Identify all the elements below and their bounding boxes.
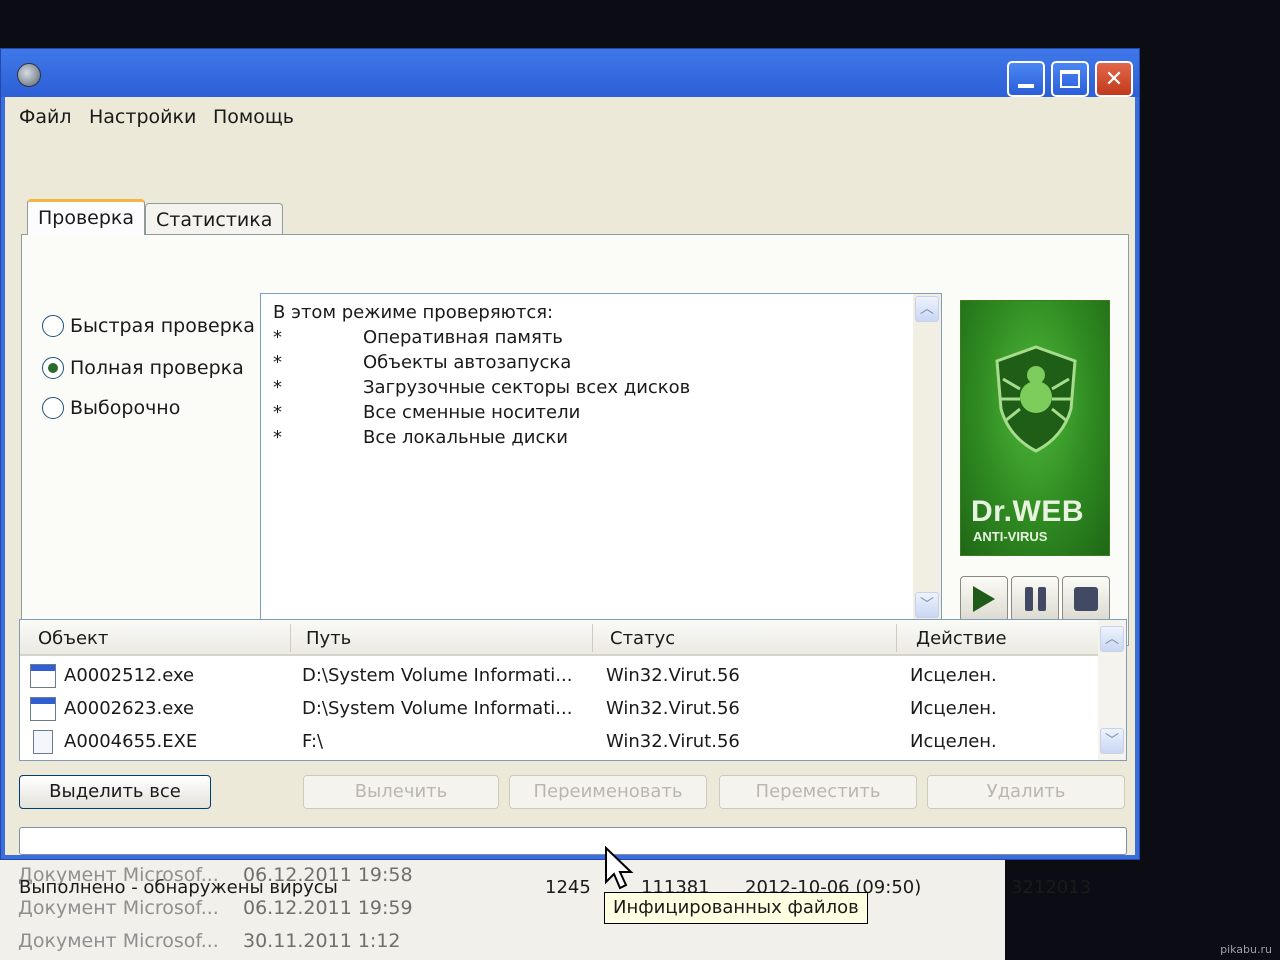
play-icon <box>973 586 995 612</box>
minimize-button[interactable] <box>1007 61 1045 97</box>
maximize-button[interactable] <box>1051 61 1089 97</box>
radio-button[interactable] <box>42 315 64 337</box>
close-icon: ✕ <box>1104 66 1124 92</box>
chevron-down-icon: ﹀ <box>920 597 934 613</box>
status-text: Выполнено - обнаружены вирусы <box>19 877 338 898</box>
results-scrollbar[interactable]: ︿ ﹀ <box>1098 620 1126 760</box>
cure-button[interactable]: Вылечить <box>303 775 499 809</box>
drweb-logo: Dr.WEB ANTI-VIRUS <box>960 300 1110 556</box>
infected-files-count[interactable]: 1245 <box>545 877 591 898</box>
cell-object: A0004655.EXE <box>64 731 198 752</box>
cell-status: Win32.Virut.56 <box>606 665 740 686</box>
cell-object: A0002512.exe <box>64 665 195 686</box>
radio-quick-scan[interactable]: Быстрая проверка <box>42 315 255 337</box>
tab-statistics[interactable]: Статистика <box>145 203 284 237</box>
logo-brand-text: Dr.WEB <box>971 495 1085 528</box>
select-all-button[interactable]: Выделить все <box>19 775 211 809</box>
delete-button[interactable]: Удалить <box>927 775 1125 809</box>
minimize-icon <box>1018 84 1034 88</box>
column-header-object[interactable]: Объект <box>38 628 108 649</box>
scroll-down-button[interactable]: ﹀ <box>1100 728 1124 754</box>
tab-scan[interactable]: Проверка <box>27 199 146 235</box>
watermark: pikabu.ru <box>1220 943 1272 956</box>
cell-path: D:\System Volume Informati... <box>302 665 573 686</box>
stop-scan-button[interactable] <box>1062 576 1110 622</box>
menu-file[interactable]: Файл <box>19 106 72 128</box>
pause-scan-button[interactable] <box>1011 576 1059 622</box>
column-header-path[interactable]: Путь <box>306 628 351 649</box>
cell-path: D:\System Volume Informati... <box>302 698 573 719</box>
exe-file-icon <box>30 697 56 721</box>
description-item: * Все локальные диски <box>273 427 568 448</box>
cell-action: Исцелен. <box>910 731 997 752</box>
status-code: 3212013 <box>1011 877 1092 898</box>
description-item: * Все сменные носители <box>273 402 581 423</box>
column-header-action[interactable]: Действие <box>916 628 1007 649</box>
close-button[interactable]: ✕ <box>1095 61 1133 97</box>
maximize-icon <box>1060 70 1080 88</box>
rename-button[interactable]: Переименовать <box>509 775 707 809</box>
cell-action: Исцелен. <box>910 698 997 719</box>
stop-icon <box>1074 587 1098 611</box>
cell-status: Win32.Virut.56 <box>606 731 740 752</box>
column-divider[interactable] <box>896 624 897 652</box>
app-icon[interactable] <box>17 63 41 87</box>
background-list-item[interactable]: Документ Microsof... 30.11.2011 1:12 <box>18 930 401 960</box>
cell-status: Win32.Virut.56 <box>606 698 740 719</box>
pause-icon <box>1024 587 1046 611</box>
tooltip: Инфицированных файлов <box>604 892 868 924</box>
description-item: * Загрузочные секторы всех дисков <box>273 377 691 398</box>
scan-description-box[interactable]: В этом режиме проверяются: * Оперативная … <box>260 293 942 621</box>
table-header: Объект Путь Статус Действие <box>20 620 1098 656</box>
cell-path: F:\ <box>302 731 324 752</box>
scan-tab-panel: Быстрая проверка Полная проверка Выбороч… <box>21 234 1129 646</box>
radio-label: Быстрая проверка <box>70 315 255 337</box>
menu-settings[interactable]: Настройки <box>89 106 196 128</box>
scanner-window: ✕ Файл Настройки Помощь Проверка Статист… <box>0 48 1140 898</box>
scan-results-table[interactable]: Объект Путь Статус Действие A0002512.exe… <box>19 619 1127 761</box>
drweb-spider-shield-icon <box>995 345 1077 453</box>
scroll-up-button[interactable]: ︿ <box>915 296 939 322</box>
radio-full-scan[interactable]: Полная проверка <box>42 357 244 379</box>
scan-progress-bar <box>19 827 1127 855</box>
scroll-up-button[interactable]: ︿ <box>1100 626 1124 652</box>
description-item: * Объекты автозапуска <box>273 352 572 373</box>
column-divider[interactable] <box>290 624 291 652</box>
menu-help[interactable]: Помощь <box>213 106 294 128</box>
table-row[interactable]: A0002512.exe D:\System Volume Informati.… <box>20 660 1098 692</box>
radio-custom-scan[interactable]: Выборочно <box>42 397 180 419</box>
chevron-up-icon: ︿ <box>1105 631 1119 647</box>
table-row[interactable]: A0004655.EXE F:\ Win32.Virut.56 Исцелен. <box>20 726 1098 758</box>
description-item: * Оперативная память <box>273 327 563 348</box>
radio-label: Выборочно <box>70 397 181 419</box>
move-button[interactable]: Переместить <box>719 775 917 809</box>
window-client-area: Файл Настройки Помощь Проверка Статистик… <box>5 97 1135 898</box>
radio-selected-dot <box>48 363 58 373</box>
radio-button[interactable] <box>42 397 64 419</box>
mouse-cursor-icon <box>605 846 634 890</box>
table-row[interactable]: A0002623.exe D:\System Volume Informati.… <box>20 693 1098 725</box>
menu-bar: Файл Настройки Помощь <box>5 97 1135 137</box>
start-scan-button[interactable] <box>960 576 1008 622</box>
exe-file-icon <box>30 664 56 688</box>
cell-object: A0002623.exe <box>64 698 195 719</box>
description-title: В этом режиме проверяются: <box>273 302 554 323</box>
column-header-status[interactable]: Статус <box>610 628 675 649</box>
description-scrollbar[interactable]: ︿ ﹀ <box>913 294 941 620</box>
document-file-icon <box>33 730 53 754</box>
chevron-down-icon: ﹀ <box>1105 733 1119 749</box>
title-bar[interactable]: ✕ <box>1 49 1139 97</box>
logo-subtitle: ANTI-VIRUS <box>973 529 1048 544</box>
chevron-up-icon: ︿ <box>920 301 934 317</box>
cell-action: Исцелен. <box>910 665 997 686</box>
scroll-down-button[interactable]: ﹀ <box>915 592 939 618</box>
column-divider[interactable] <box>592 624 593 652</box>
radio-label: Полная проверка <box>70 357 244 379</box>
status-bar: Выполнено - обнаружены вирусы 1245 11138… <box>5 867 1135 905</box>
radio-button[interactable] <box>42 357 64 379</box>
